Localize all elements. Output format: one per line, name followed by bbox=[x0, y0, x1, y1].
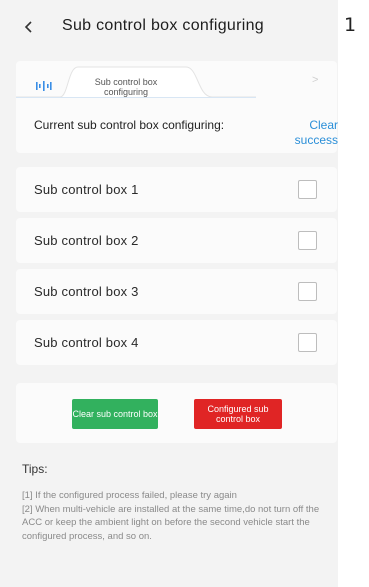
side-number: 1 bbox=[344, 14, 357, 36]
box-label: Sub control box 3 bbox=[34, 284, 139, 299]
box-2-checkbox[interactable] bbox=[298, 231, 317, 250]
chevron-left-icon[interactable] bbox=[22, 20, 36, 34]
tip-line-1: [1] If the configured process failed, pl… bbox=[22, 490, 237, 501]
list-item-box-4[interactable]: Sub control box 4 bbox=[16, 320, 337, 365]
box-label: Sub control box 1 bbox=[34, 182, 139, 197]
box-label: Sub control box 4 bbox=[34, 335, 139, 350]
status-value: Clear success bbox=[294, 118, 338, 147]
box-4-checkbox[interactable] bbox=[298, 333, 317, 352]
tips-body: [1] If the configured process failed, pl… bbox=[22, 489, 327, 543]
header-bar: Sub control box configuring bbox=[0, 0, 338, 56]
action-buttons-card: Clear sub control box Configured sub con… bbox=[16, 383, 337, 443]
tip-line-2: [2] When multi-vehicle are installed at … bbox=[22, 503, 320, 542]
tab-sub-control-box-configuring[interactable]: Sub control box configuring bbox=[76, 77, 176, 97]
clear-sub-control-box-button[interactable]: Clear sub control box bbox=[72, 399, 158, 429]
list-item-box-1[interactable]: Sub control box 1 bbox=[16, 167, 337, 212]
signal-bars-icon[interactable] bbox=[35, 80, 53, 92]
list-item-box-2[interactable]: Sub control box 2 bbox=[16, 218, 337, 263]
app-screen: Sub control box configuring Sub control … bbox=[0, 0, 338, 587]
box-1-checkbox[interactable] bbox=[298, 180, 317, 199]
chevron-right-icon[interactable]: > bbox=[312, 74, 318, 86]
page-title: Sub control box configuring bbox=[62, 17, 264, 34]
configured-sub-control-box-button[interactable]: Configured sub control box bbox=[194, 399, 282, 429]
status-label: Current sub control box configuring: bbox=[34, 118, 225, 132]
tips-title: Tips: bbox=[22, 462, 48, 476]
box-3-checkbox[interactable] bbox=[298, 282, 317, 301]
list-item-box-3[interactable]: Sub control box 3 bbox=[16, 269, 337, 314]
tab-bar: Sub control box configuring > bbox=[16, 61, 337, 99]
tabs-card: Sub control box configuring > Current su… bbox=[16, 61, 338, 153]
box-label: Sub control box 2 bbox=[34, 233, 139, 248]
